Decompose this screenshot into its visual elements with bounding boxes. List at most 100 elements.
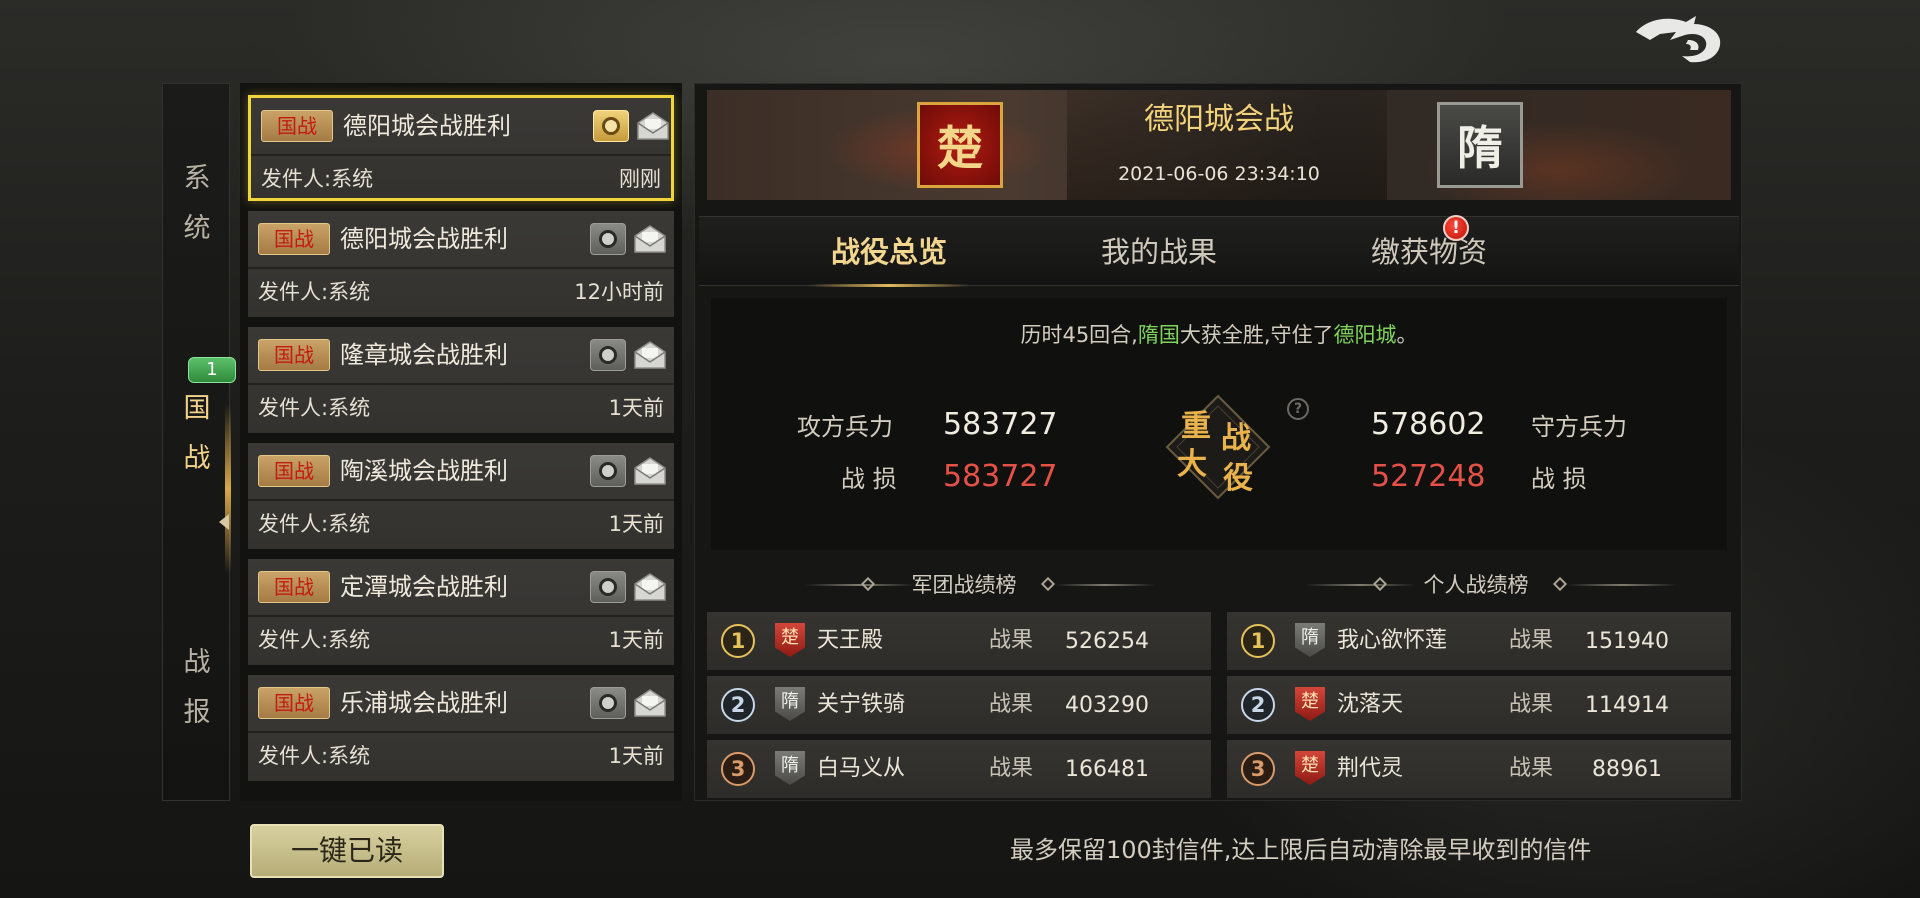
emblem-char: 役 bbox=[1223, 461, 1253, 496]
diamond-ornament-icon bbox=[860, 576, 876, 592]
mark-all-read-button[interactable]: 一键已读 bbox=[250, 824, 444, 878]
battle-summary: 历时45回合,隋国大获全胜,守住了德阳城。 攻方兵力 583727 战 损 58… bbox=[711, 298, 1727, 550]
emblem-char: 战 bbox=[1221, 421, 1251, 456]
mail-tag: 国战 bbox=[258, 223, 330, 255]
faction-shield-icon: 隋 bbox=[775, 751, 805, 785]
envelope-icon bbox=[632, 339, 668, 371]
major-battle-emblem: 重 大 战 役 bbox=[1163, 392, 1273, 502]
score-label: 战果 bbox=[1509, 628, 1554, 653]
score-value: 403290 bbox=[1065, 693, 1149, 718]
mail-sender: 发件人:系统 bbox=[258, 396, 371, 420]
attacker-loss-label: 战 损 bbox=[841, 465, 897, 493]
score-value: 526254 bbox=[1065, 629, 1149, 654]
mail-item[interactable]: 国战 隆章城会战胜利 发件人:系统 1天前 bbox=[248, 327, 674, 433]
sidebar-tab-label: 统 bbox=[183, 213, 211, 244]
summary-winner: 隋国 bbox=[1137, 323, 1180, 347]
attachment-icon bbox=[590, 223, 626, 255]
defender-troops-label: 守方兵力 bbox=[1531, 413, 1627, 441]
score-label: 战果 bbox=[1509, 756, 1554, 781]
diamond-ornament-icon bbox=[1040, 576, 1056, 592]
score-label: 战果 bbox=[1509, 692, 1554, 717]
tab-my-results[interactable]: 我的战果 bbox=[1039, 217, 1279, 287]
diamond-ornament-icon bbox=[1552, 576, 1568, 592]
active-tab-arrow-icon bbox=[219, 514, 229, 530]
sidebar-tab-system[interactable]: 系 统 bbox=[163, 154, 231, 254]
score-label: 战果 bbox=[989, 692, 1034, 717]
attachment-icon bbox=[590, 687, 626, 719]
faction-shield-icon: 楚 bbox=[1295, 687, 1325, 721]
help-icon[interactable]: ? bbox=[1287, 398, 1309, 420]
battle-datetime: 2021-06-06 23:34:10 bbox=[1118, 163, 1320, 185]
mail-detail-panel: 楚 隋 德阳城会战 2021-06-06 23:34:10 战役总览 我的战果 … bbox=[694, 83, 1742, 801]
tab-battle-overview[interactable]: 战役总览 bbox=[769, 217, 1009, 287]
attacker-troops-value: 583727 bbox=[943, 407, 1058, 442]
player-name: 沈落天 bbox=[1337, 692, 1404, 717]
score-value: 166481 bbox=[1065, 757, 1149, 782]
sidebar-tab-nation-war[interactable]: 国 战 bbox=[163, 384, 231, 484]
mail-time: 1天前 bbox=[608, 628, 664, 652]
divider bbox=[248, 615, 674, 617]
divider bbox=[248, 267, 674, 269]
mail-sender: 发件人:系统 bbox=[261, 167, 374, 191]
mail-title: 乐浦城会战胜利 bbox=[340, 689, 508, 717]
mail-item[interactable]: 国战 德阳城会战胜利 发件人:系统 刚刚 bbox=[248, 95, 674, 201]
mail-tag: 国战 bbox=[258, 571, 330, 603]
legion-rank-row[interactable]: 3 隋 白马义从 战果 166481 bbox=[707, 740, 1211, 798]
divider bbox=[248, 499, 674, 501]
mailbox-limit-note: 最多保留100封信件,达上限后自动清除最早收到的信件 bbox=[1010, 836, 1592, 864]
mail-title: 德阳城会战胜利 bbox=[340, 225, 508, 253]
mail-sender: 发件人:系统 bbox=[258, 280, 371, 304]
mail-item[interactable]: 国战 陶溪城会战胜利 发件人:系统 1天前 bbox=[248, 443, 674, 549]
mail-tag: 国战 bbox=[258, 455, 330, 487]
legion-rank-row[interactable]: 2 隋 关宁铁骑 战果 403290 bbox=[707, 676, 1211, 734]
rank-badge: 3 bbox=[721, 752, 755, 786]
mail-time: 刚刚 bbox=[619, 167, 661, 191]
mail-item[interactable]: 国战 德阳城会战胜利 发件人:系统 12小时前 bbox=[248, 211, 674, 317]
personal-rank-row[interactable]: 3 楚 荆代灵 战果 88961 bbox=[1227, 740, 1731, 798]
battle-banner: 楚 隋 德阳城会战 2021-06-06 23:34:10 bbox=[707, 90, 1731, 200]
envelope-icon bbox=[632, 687, 668, 719]
player-name: 荆代灵 bbox=[1337, 756, 1404, 781]
divider bbox=[1055, 584, 1155, 586]
attachment-icon bbox=[590, 455, 626, 487]
player-name: 我心欲怀莲 bbox=[1337, 628, 1448, 653]
rank-badge: 2 bbox=[721, 688, 755, 722]
mail-title: 隆章城会战胜利 bbox=[340, 341, 508, 369]
divider bbox=[251, 154, 671, 156]
personal-rank-row[interactable]: 1 隋 我心欲怀莲 战果 151940 bbox=[1227, 612, 1731, 670]
defender-troops-value: 578602 bbox=[1371, 407, 1486, 442]
rank-badge: 1 bbox=[721, 624, 755, 658]
divider bbox=[1567, 584, 1677, 586]
mail-item[interactable]: 国战 乐浦城会战胜利 发件人:系统 1天前 bbox=[248, 675, 674, 781]
sidebar-tab-label: 战 bbox=[183, 443, 211, 474]
legion-name: 天王殿 bbox=[817, 628, 884, 653]
emblem-char: 大 bbox=[1177, 447, 1207, 482]
mail-sender: 发件人:系统 bbox=[258, 744, 371, 768]
mail-sender: 发件人:系统 bbox=[258, 628, 371, 652]
dragon-back-icon[interactable] bbox=[1630, 10, 1726, 70]
mail-sender: 发件人:系统 bbox=[258, 512, 371, 536]
divider bbox=[1305, 584, 1415, 586]
attachment-icon bbox=[590, 339, 626, 371]
envelope-icon bbox=[632, 455, 668, 487]
divider bbox=[248, 731, 674, 733]
legion-rank-row[interactable]: 1 楚 天王殿 战果 526254 bbox=[707, 612, 1211, 670]
envelope-icon bbox=[635, 110, 671, 142]
mail-item[interactable]: 国战 定潭城会战胜利 发件人:系统 1天前 bbox=[248, 559, 674, 665]
score-label: 战果 bbox=[989, 628, 1034, 653]
tab-captured-supplies[interactable]: 缴获物资 bbox=[1309, 217, 1549, 287]
diamond-ornament-icon bbox=[1372, 576, 1388, 592]
mail-tag: 国战 bbox=[258, 687, 330, 719]
active-tab-indicator bbox=[225, 404, 231, 574]
faction-shield-icon: 隋 bbox=[775, 687, 805, 721]
divider bbox=[248, 383, 674, 385]
legion-board-title: 军团战绩榜 bbox=[911, 573, 1017, 597]
sidebar-tab-battle-report[interactable]: 战 报 bbox=[163, 638, 231, 738]
mail-time: 1天前 bbox=[608, 512, 664, 536]
summary-city: 德阳城 bbox=[1333, 323, 1397, 347]
faction-shield-icon: 楚 bbox=[1295, 751, 1325, 785]
personal-rank-row[interactable]: 2 楚 沈落天 战果 114914 bbox=[1227, 676, 1731, 734]
rank-badge: 3 bbox=[1241, 752, 1275, 786]
mail-title: 德阳城会战胜利 bbox=[343, 112, 511, 140]
score-value: 151940 bbox=[1585, 629, 1669, 654]
